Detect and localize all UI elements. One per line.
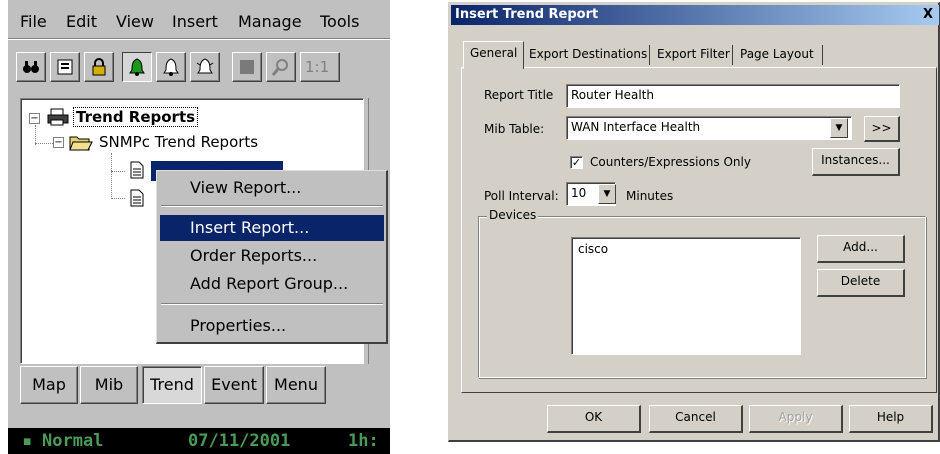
collapse-icon[interactable]: − (29, 113, 40, 124)
general-tab-panel: Report Title Router Health Mib Table: WA… (461, 67, 937, 393)
mib-table-select[interactable]: WAN Interface Health (566, 116, 852, 140)
menu-tools[interactable]: Tools (320, 12, 359, 31)
tab-trend[interactable]: Trend (142, 366, 202, 404)
lock-icon[interactable] (84, 52, 114, 82)
tab-divider (732, 45, 733, 65)
menu-item-properties[interactable]: Properties... (160, 313, 384, 339)
status-state: Normal (42, 431, 104, 451)
report-document-icon (130, 161, 144, 179)
add-device-button[interactable]: Add... (817, 235, 905, 263)
dialog-title-bar: Insert Trend Report X (451, 5, 939, 25)
devices-label: Devices (487, 208, 539, 222)
devices-group: Devices cisco Add... Delete (478, 208, 926, 378)
menu-item-order-reports[interactable]: Order Reports... (160, 243, 384, 269)
bell-ring-icon[interactable] (190, 52, 220, 82)
bell-icon[interactable] (122, 52, 152, 82)
instances-button[interactable]: Instances... (812, 148, 900, 176)
list-item[interactable]: cisco (578, 242, 794, 256)
report-title-label: Report Title (484, 88, 554, 102)
menu-edit[interactable]: Edit (66, 12, 97, 31)
dialog-title: Insert Trend Report (455, 7, 599, 22)
menu-manage[interactable]: Manage (238, 12, 302, 31)
properties-icon[interactable] (50, 52, 80, 82)
printer-icon (47, 108, 69, 126)
zoom-ratio-label[interactable]: 1:1 (300, 52, 340, 82)
report-document-icon (130, 189, 144, 207)
status-bar: ▪ Normal 07/11/2001 1h: (8, 428, 390, 454)
tab-general[interactable]: General (463, 41, 525, 69)
toolbar: 1:1 (16, 52, 390, 82)
delete-device-button[interactable]: Delete (817, 269, 905, 297)
context-menu: View Report... Insert Report... Order Re… (156, 170, 388, 344)
collapse-icon[interactable]: − (53, 137, 64, 148)
zoom-icon[interactable] (266, 52, 296, 82)
chevron-down-icon[interactable]: ▼ (830, 118, 848, 138)
close-icon[interactable]: X (923, 5, 939, 23)
counters-label: Counters/Expressions Only (590, 155, 751, 169)
mib-table-label: Mib Table: (484, 122, 545, 136)
tab-divider (822, 45, 823, 65)
menu-item-insert-report[interactable]: Insert Report... (160, 215, 384, 241)
counters-checkbox[interactable]: ✓ (570, 156, 583, 169)
poll-interval-unit: Minutes (626, 189, 674, 203)
menu-separator (8, 38, 390, 40)
poll-interval-label: Poll Interval: (484, 189, 559, 203)
folder-open-icon (69, 136, 93, 151)
bell-alarm-icon[interactable] (156, 52, 186, 82)
stop-icon[interactable] (232, 52, 262, 82)
chevron-down-icon[interactable]: ▼ (598, 184, 616, 204)
status-indicator-icon: ▪ (22, 431, 33, 451)
tab-export-filter[interactable]: Export Filter (651, 43, 736, 67)
cancel-button[interactable]: Cancel (649, 405, 743, 433)
status-time: 1h: (348, 431, 379, 451)
tree-root-label[interactable]: Trend Reports (73, 107, 199, 127)
apply-button[interactable]: Apply (749, 405, 843, 433)
menu-view[interactable]: View (116, 12, 154, 31)
menu-insert[interactable]: Insert (172, 12, 218, 31)
tree-group-label[interactable]: SNMPc Trend Reports (99, 133, 258, 151)
more-button[interactable]: >> (864, 116, 900, 142)
snmpc-main-window: File Edit View Insert Manage Tools 1:1 −… (8, 0, 390, 454)
menu-separator (161, 303, 383, 305)
binoculars-icon[interactable] (16, 52, 46, 82)
tab-mib[interactable]: Mib (80, 366, 138, 404)
menu-item-add-report-group[interactable]: Add Report Group... (160, 271, 384, 297)
help-button[interactable]: Help (849, 405, 933, 433)
devices-list[interactable]: cisco (571, 237, 801, 355)
tab-menu[interactable]: Menu (266, 366, 326, 404)
tab-event[interactable]: Event (204, 366, 264, 404)
tab-export-destinations[interactable]: Export Destinations (523, 43, 653, 67)
insert-trend-report-dialog: Insert Trend Report X General Export Des… (448, 2, 940, 442)
status-date: 07/11/2001 (188, 431, 291, 451)
menu-file[interactable]: File (20, 12, 47, 31)
menu-separator (161, 205, 383, 207)
ok-button[interactable]: OK (547, 405, 641, 433)
view-tabs: Map Mib Trend Event Menu (20, 366, 360, 406)
menu-bar: File Edit View Insert Manage Tools (8, 10, 390, 40)
tab-divider (649, 45, 650, 65)
menu-item-view-report[interactable]: View Report... (160, 175, 384, 201)
tab-map[interactable]: Map (20, 366, 78, 404)
tab-page-layout[interactable]: Page Layout (734, 43, 820, 67)
report-title-input[interactable]: Router Health (566, 84, 900, 108)
